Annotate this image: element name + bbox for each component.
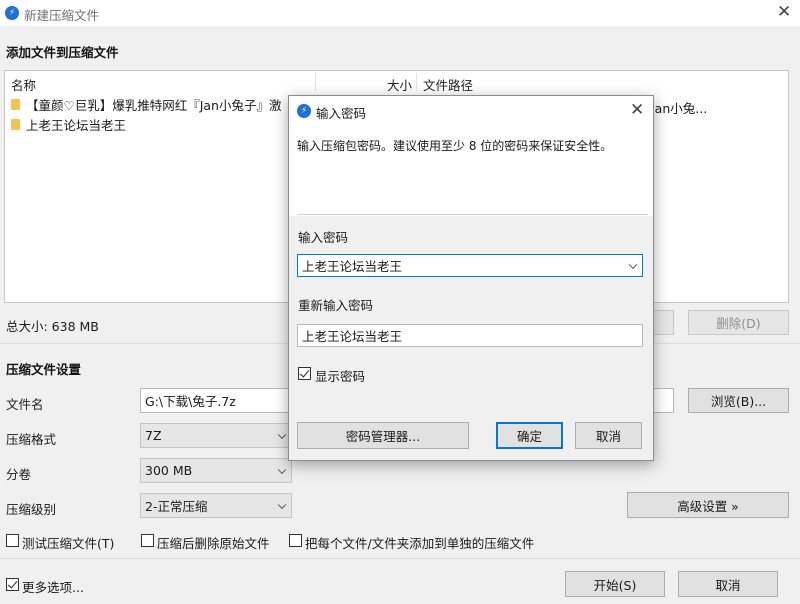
- level-select[interactable]: 2-正常压缩: [140, 493, 292, 518]
- chevron-down-icon: [277, 465, 287, 474]
- delete-after-checkbox[interactable]: [141, 534, 154, 547]
- column-divider: [416, 73, 417, 91]
- close-icon[interactable]: ✕: [777, 4, 791, 21]
- confirm-password-label: 重新输入密码: [298, 298, 374, 313]
- chevron-down-icon: [277, 430, 287, 439]
- separate-archives-checkbox[interactable]: [289, 534, 302, 547]
- format-select[interactable]: 7Z: [140, 423, 292, 448]
- divider: [297, 214, 648, 215]
- split-label: 分卷: [6, 467, 32, 482]
- delete-button[interactable]: 删除(D): [688, 310, 789, 335]
- dialog-titlebar: ⚡ 输入密码 ✕: [289, 96, 653, 126]
- divider: [0, 558, 800, 559]
- cancel-button[interactable]: 取消: [678, 571, 778, 597]
- dialog-title: 输入密码: [316, 106, 367, 121]
- folder-icon: [11, 98, 20, 110]
- password-manager-button[interactable]: 密码管理器...: [297, 422, 469, 449]
- more-options-checkbox[interactable]: [6, 578, 19, 591]
- dialog-description: 输入压缩包密码。建议使用至少 8 位的密码来保证安全性。: [297, 139, 613, 153]
- folder-icon: [11, 118, 20, 130]
- dialog-description-area: 输入压缩包密码。建议使用至少 8 位的密码来保证安全性。: [289, 126, 653, 216]
- format-label: 压缩格式: [6, 432, 57, 447]
- more-options-label[interactable]: 更多选项...: [22, 577, 84, 596]
- split-value: 300 MB: [145, 463, 193, 478]
- show-password-label[interactable]: 显示密码: [315, 366, 365, 385]
- test-archive-label[interactable]: 测试压缩文件(T): [22, 533, 114, 552]
- password-value: 上老王论坛当老王: [302, 259, 403, 274]
- test-archive-checkbox[interactable]: [6, 534, 19, 547]
- add-files-title: 添加文件到压缩文件: [6, 45, 119, 60]
- list-item[interactable]: 【童颜♡巨乳】爆乳推特网红『Jan小兔子』激: [11, 95, 281, 113]
- chevron-down-icon[interactable]: [628, 260, 638, 269]
- close-icon[interactable]: ✕: [630, 102, 644, 119]
- chevron-down-icon: [277, 500, 287, 509]
- column-size-header[interactable]: 大小: [387, 75, 412, 94]
- password-label: 输入密码: [298, 230, 349, 245]
- list-item-name: 上老王论坛当老王: [26, 117, 127, 133]
- filename-label: 文件名: [6, 397, 44, 412]
- separate-archives-label[interactable]: 把每个文件/文件夹添加到单独的压缩文件: [305, 533, 534, 552]
- password-dialog: ⚡ 输入密码 ✕ 输入压缩包密码。建议使用至少 8 位的密码来保证安全性。 输入…: [288, 95, 654, 461]
- add-button-partial[interactable]: [652, 310, 674, 335]
- split-select[interactable]: 300 MB: [140, 458, 292, 483]
- level-value: 2-正常压缩: [145, 499, 208, 514]
- app-icon: ⚡: [5, 6, 19, 20]
- column-name-header[interactable]: 名称: [11, 75, 36, 94]
- confirm-password-input[interactable]: 上老王论坛当老王: [297, 324, 643, 347]
- window-title: 新建压缩文件: [24, 8, 100, 23]
- show-password-checkbox[interactable]: [298, 367, 311, 380]
- start-button[interactable]: 开始(S): [565, 571, 665, 597]
- advanced-settings-button[interactable]: 高级设置 »: [627, 492, 789, 518]
- window-titlebar: ⚡ 新建压缩文件 ✕: [0, 0, 800, 26]
- list-item-name: 【童颜♡巨乳】爆乳推特网红『Jan小兔子』激: [26, 97, 282, 113]
- column-divider: [315, 73, 316, 91]
- level-label: 压缩级别: [6, 502, 57, 517]
- ok-button[interactable]: 确定: [496, 422, 563, 449]
- settings-title: 压缩文件设置: [6, 362, 82, 377]
- app-icon: ⚡: [297, 104, 311, 118]
- list-item[interactable]: 上老王论坛当老王: [11, 115, 126, 133]
- total-size: 总大小: 638 MB: [6, 319, 99, 334]
- browse-button[interactable]: 浏览(B)...: [688, 388, 789, 413]
- format-value: 7Z: [145, 428, 162, 443]
- list-item-path: Jan小兔...: [651, 101, 708, 116]
- dialog-cancel-button[interactable]: 取消: [575, 422, 642, 449]
- delete-after-label[interactable]: 压缩后删除原始文件: [157, 533, 270, 552]
- column-path-header[interactable]: 文件路径: [423, 75, 473, 94]
- password-input[interactable]: 上老王论坛当老王: [297, 254, 643, 277]
